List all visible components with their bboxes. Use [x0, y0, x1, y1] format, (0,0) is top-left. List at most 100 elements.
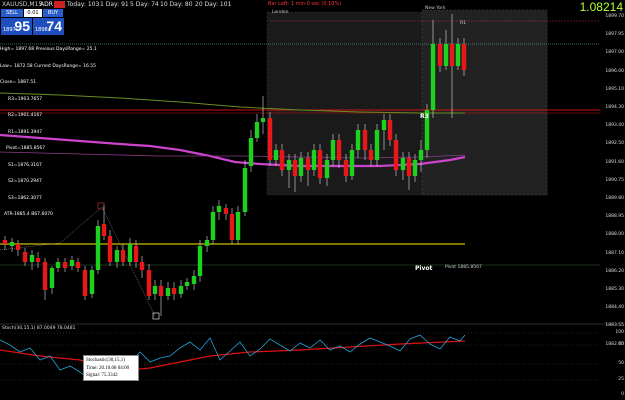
- info-line: Pivot=1885.8567: [6, 146, 46, 151]
- bear-candle: [279, 150, 285, 170]
- bull-candle: [235, 212, 241, 240]
- bar-left-alert: Bar Left: 1 min 0 sec (0.10%): [268, 1, 342, 7]
- bull-candle: [418, 150, 424, 160]
- info-line: R1=1891.3947: [8, 129, 43, 135]
- bear-candle: [139, 262, 145, 270]
- bull-candle: [311, 150, 317, 170]
- info-line: High= 1897.68 Previous DaysRange= 25.1: [0, 47, 97, 52]
- bear-candle: [317, 150, 323, 178]
- bull-candle: [443, 44, 449, 66]
- sell-price-big: 95: [14, 18, 30, 34]
- stochastic-tooltip: Stochastic(30,15,1) Time: 20.10.08 04:00…: [83, 355, 139, 381]
- buy-price-box[interactable]: 1898 74: [33, 18, 64, 35]
- bear-candle: [292, 160, 298, 176]
- stoch-tick: 25: [618, 377, 624, 382]
- bull-candle: [273, 150, 279, 160]
- bear-candle: [22, 252, 28, 262]
- bear-candle: [42, 262, 48, 290]
- stoch-tick: 0: [621, 392, 624, 397]
- pivot-info-block: High= 1897.68 Previous DaysRange= 25.1 L…: [0, 36, 97, 223]
- r3-label: R3: [420, 113, 429, 120]
- buy-price-big: 74: [46, 18, 62, 34]
- top-info-bar: XAUUSD,M15 ADR Today: 103 1 Day: 91 5 Da…: [0, 0, 625, 9]
- info-line: ATR-1885.4 B67.6070: [4, 212, 53, 217]
- bull-candle: [165, 288, 171, 296]
- one-click-trading-panel: SELL 0.01 BUY 1897 95 1898 74: [0, 9, 64, 35]
- day5-stat: 5 Day: 74: [130, 1, 159, 8]
- bull-candle: [248, 138, 254, 166]
- stoch-tick: 100: [615, 330, 624, 335]
- r1-top-label: R1: [460, 21, 466, 26]
- bull-candle: [184, 282, 190, 286]
- pivot-value-label: Pivot 1885.8567: [445, 265, 482, 270]
- bull-candle: [455, 44, 461, 66]
- stoch-tick: 50: [618, 361, 624, 366]
- tooltip-line: Stochastic(30,15,1): [86, 358, 125, 363]
- bull-candle: [89, 270, 95, 294]
- buy-button[interactable]: BUY: [43, 9, 63, 17]
- bull-candle: [374, 130, 380, 160]
- bull-candle: [69, 260, 75, 266]
- stochastic-title: Stoch(30,15,1) 87.0049 78.0481: [2, 326, 76, 331]
- bull-candle: [430, 44, 436, 110]
- stoch-axis: 100 75 50 25 0: [600, 0, 625, 400]
- bull-candle: [330, 140, 336, 160]
- bear-candle: [343, 160, 349, 176]
- bull-candle: [216, 206, 222, 212]
- bear-candle: [35, 258, 41, 262]
- bull-candle: [55, 262, 61, 268]
- bear-candle: [449, 44, 455, 66]
- bull-candle: [242, 168, 248, 212]
- bear-candle: [62, 262, 68, 268]
- day10-stat: 10 Day: 80: [160, 1, 193, 8]
- bear-candle: [15, 244, 21, 250]
- bear-candle: [461, 44, 467, 70]
- sell-button[interactable]: SELL: [1, 9, 23, 17]
- bear-candle: [107, 236, 113, 262]
- bull-candle: [355, 130, 361, 150]
- bull-candle: [204, 240, 210, 246]
- sell-price-box[interactable]: 1897 95: [1, 18, 32, 35]
- bear-candle: [223, 208, 229, 214]
- indicator-label: ADR: [40, 1, 53, 8]
- bull-candle: [210, 212, 216, 240]
- bull-candle: [29, 255, 35, 262]
- bull-candle: [191, 276, 197, 284]
- bear-candle: [267, 118, 273, 160]
- tooltip-line: Signal: 75.3342: [86, 373, 118, 378]
- info-line: S1=1876.3167: [8, 162, 42, 168]
- bear-candle: [101, 224, 107, 236]
- lot-size-input[interactable]: 0.01: [24, 9, 42, 17]
- bull-candle: [178, 286, 184, 294]
- today-stat: Today: 103: [67, 1, 100, 8]
- bull-candle: [114, 250, 120, 262]
- bull-candle: [349, 150, 355, 176]
- bull-candle: [286, 160, 292, 170]
- london-session-label: London: [272, 10, 289, 15]
- newyork-session-box: [421, 9, 548, 196]
- pivot-label: Pivot: [415, 265, 433, 272]
- info-line: Close= 1887.51: [0, 80, 37, 85]
- stoch-main-line: [0, 334, 466, 381]
- bear-candle: [120, 250, 126, 262]
- bear-candle: [75, 262, 81, 268]
- bear-candle: [82, 270, 88, 296]
- bear-candle: [133, 246, 139, 262]
- tooltip-line: Time: 20.10.08 04:00: [86, 365, 130, 371]
- symbol-label: XAUUSD,M15: [2, 1, 43, 8]
- bull-candle: [324, 160, 330, 178]
- bull-candle: [197, 246, 203, 276]
- info-line: S3=1862.3077: [8, 195, 42, 201]
- bull-candle: [9, 242, 15, 246]
- bull-candle: [298, 158, 304, 176]
- day20-stat: 20 Day: 101: [195, 1, 232, 8]
- bear-candle: [393, 140, 399, 170]
- bear-candle: [368, 150, 374, 160]
- info-line: R2=1901.4167: [8, 113, 43, 118]
- bear-candle: [158, 286, 164, 296]
- bull-candle: [254, 122, 260, 138]
- day1-stat: 1 Day: 91: [100, 1, 129, 8]
- bull-candle: [49, 268, 55, 288]
- bull-candle: [412, 160, 418, 176]
- info-line: S2=1870.2947: [8, 179, 42, 184]
